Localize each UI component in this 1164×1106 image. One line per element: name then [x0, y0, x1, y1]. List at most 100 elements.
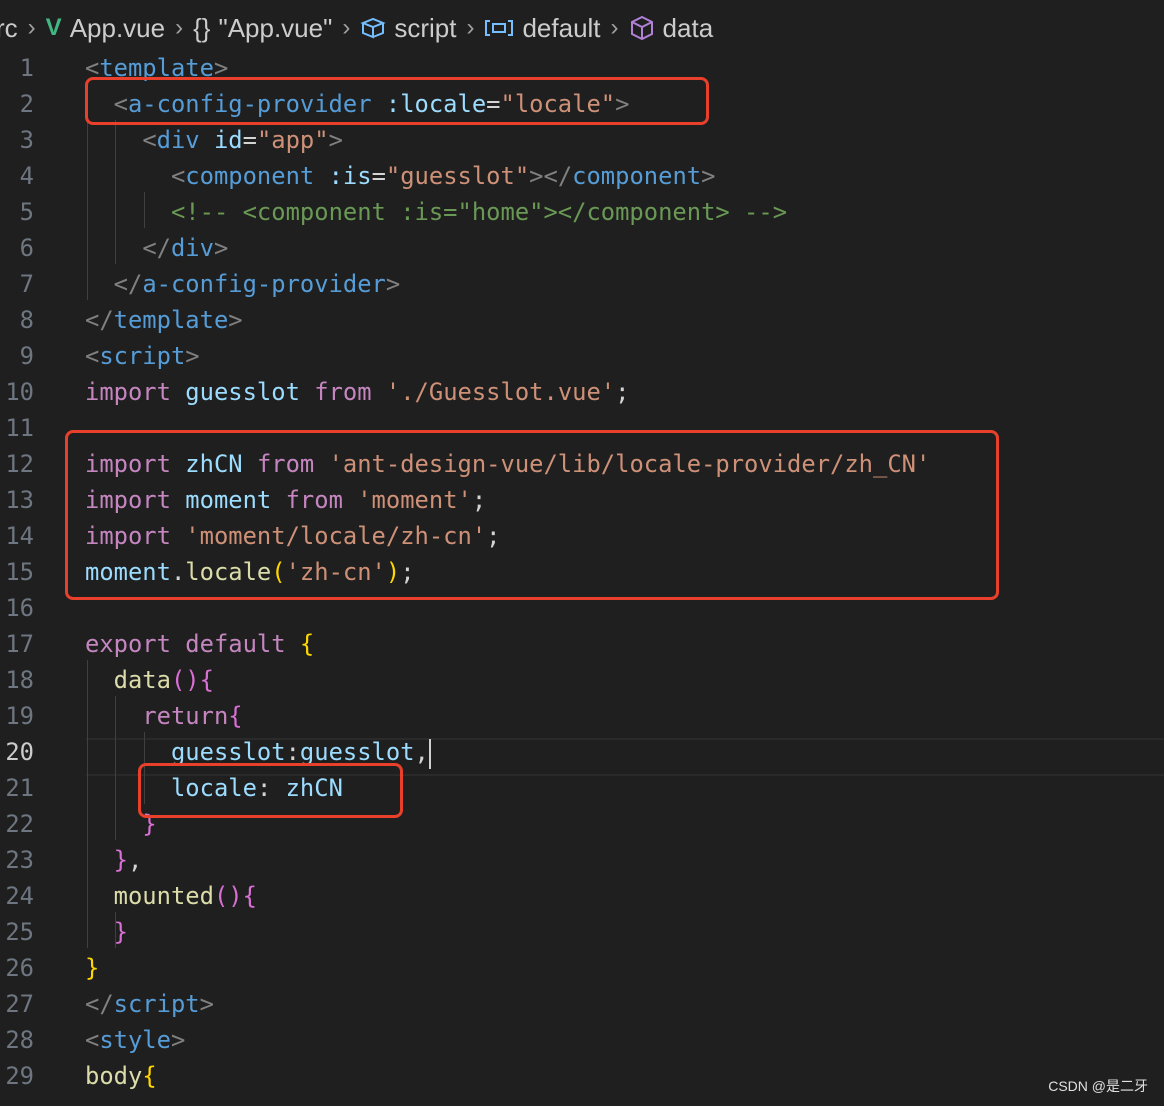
code-token: </	[85, 990, 114, 1018]
code-token: </	[142, 234, 171, 262]
line-number: 22	[5, 810, 34, 838]
line-number: 10	[5, 378, 34, 406]
line-number: 29	[5, 1062, 34, 1090]
watermark: CSDN @是二牙	[1048, 1078, 1148, 1094]
breadcrumb-scope-file[interactable]: {} "App.vue"	[193, 13, 332, 44]
code-token: script	[113, 990, 200, 1018]
code-token: <!-- <component :is="home"></component> …	[170, 198, 788, 226]
code-line[interactable]: 19 return{	[0, 698, 1164, 734]
code-text: <!-- <component :is="home"></component> …	[85, 194, 787, 230]
code-token: return	[142, 702, 229, 730]
line-number: 14	[5, 522, 34, 550]
line-number: 24	[5, 882, 34, 910]
line-number: 27	[5, 990, 34, 1018]
line-number: 17	[5, 630, 34, 658]
line-number: 28	[5, 1026, 34, 1054]
code-token: >	[328, 126, 343, 154]
code-text: mounted(){	[85, 878, 257, 914]
chevron-right-icon: ›	[466, 14, 475, 41]
breadcrumb-file-label: App.vue	[69, 12, 166, 43]
line-number: 4	[19, 162, 34, 190]
code-token: component	[185, 162, 315, 190]
highlight-box-locale	[138, 763, 403, 818]
code-line[interactable]: 18 data(){	[0, 662, 1164, 698]
breadcrumb-file[interactable]: V App.vue	[46, 13, 165, 44]
line-number: 20	[5, 738, 34, 766]
code-line[interactable]: 4 <component :is="guesslot"></component>	[0, 158, 1164, 194]
code-line[interactable]: 6 </div>	[0, 230, 1164, 266]
highlight-box-config-provider	[85, 77, 709, 125]
breadcrumb-folder[interactable]: rc	[0, 13, 18, 44]
code-token: data	[113, 666, 171, 694]
code-token: =	[371, 162, 386, 190]
line-number: 13	[5, 486, 34, 514]
code-token: <	[170, 162, 186, 190]
code-text: </a-config-provider>	[85, 266, 401, 302]
code-token: :is	[328, 162, 372, 190]
code-token: "app"	[256, 126, 329, 154]
chevron-right-icon: ›	[342, 14, 351, 41]
code-token: (){	[170, 666, 214, 694]
line-number: 8	[19, 306, 34, 334]
code-token: div	[156, 126, 200, 154]
code-token: export	[85, 630, 171, 658]
code-token: ></	[529, 162, 573, 190]
code-text: <div id="app">	[85, 122, 343, 158]
code-text: return{	[85, 698, 242, 734]
code-token: "guesslot"	[385, 162, 530, 190]
line-number: 18	[5, 666, 34, 694]
code-line[interactable]: 26}	[0, 950, 1164, 986]
code-line[interactable]: 27 </script>	[0, 986, 1164, 1022]
code-token: >	[213, 234, 229, 262]
line-number: 11	[5, 414, 34, 442]
code-line[interactable]: 9 <script>	[0, 338, 1164, 374]
code-token: >	[228, 306, 243, 334]
breadcrumb-scope-default[interactable]: default	[484, 12, 601, 44]
line-number: 7	[19, 270, 34, 298]
line-number: 26	[5, 954, 34, 982]
code-text: <style>	[85, 1022, 185, 1058]
code-token: './Guesslot.vue'	[385, 378, 616, 406]
code-token: a-config-provider	[142, 270, 386, 298]
breadcrumb-scope-script[interactable]: script	[360, 13, 456, 44]
breadcrumb-scope-file-label: "App.vue"	[218, 12, 333, 43]
code-token: }	[85, 954, 100, 982]
code-text: <script>	[85, 338, 200, 374]
breadcrumb-scope-script-label: script	[394, 12, 457, 43]
line-number: 1	[19, 54, 34, 82]
chevron-right-icon: ›	[175, 14, 184, 41]
code-token: style	[99, 1026, 171, 1054]
code-line[interactable]: 8 </template>	[0, 302, 1164, 338]
code-line[interactable]: 5 <!-- <component :is="home"></component…	[0, 194, 1164, 230]
line-number: 5	[19, 198, 34, 226]
code-token: from	[314, 378, 372, 406]
code-line[interactable]: 29 body{	[0, 1058, 1164, 1094]
breadcrumb-scope-data[interactable]: data	[629, 13, 713, 44]
code-token: {	[142, 1062, 157, 1090]
code-text: }	[85, 950, 99, 986]
line-number: 19	[5, 702, 34, 730]
code-line[interactable]: 25 }	[0, 914, 1164, 950]
code-token: }	[113, 918, 128, 946]
code-line[interactable]: 24 mounted(){	[0, 878, 1164, 914]
breadcrumb-scope-default-label: default	[522, 12, 601, 43]
code-line[interactable]: 23 },	[0, 842, 1164, 878]
code-line[interactable]: 28 <style>	[0, 1022, 1164, 1058]
code-line[interactable]: 10 import guesslot from './Guesslot.vue';	[0, 374, 1164, 410]
code-line[interactable]: 7 </a-config-provider>	[0, 266, 1164, 302]
code-line[interactable]: 17 export default {	[0, 626, 1164, 662]
module-icon	[360, 17, 387, 39]
code-editor[interactable]: 1 <template> 2 <a-config-provider :locale=…	[0, 50, 1164, 1106]
code-line[interactable]: 3 <div id="app">	[0, 122, 1164, 158]
code-token: =	[242, 126, 257, 154]
code-text: </div>	[85, 230, 228, 266]
code-token: }	[113, 846, 128, 874]
